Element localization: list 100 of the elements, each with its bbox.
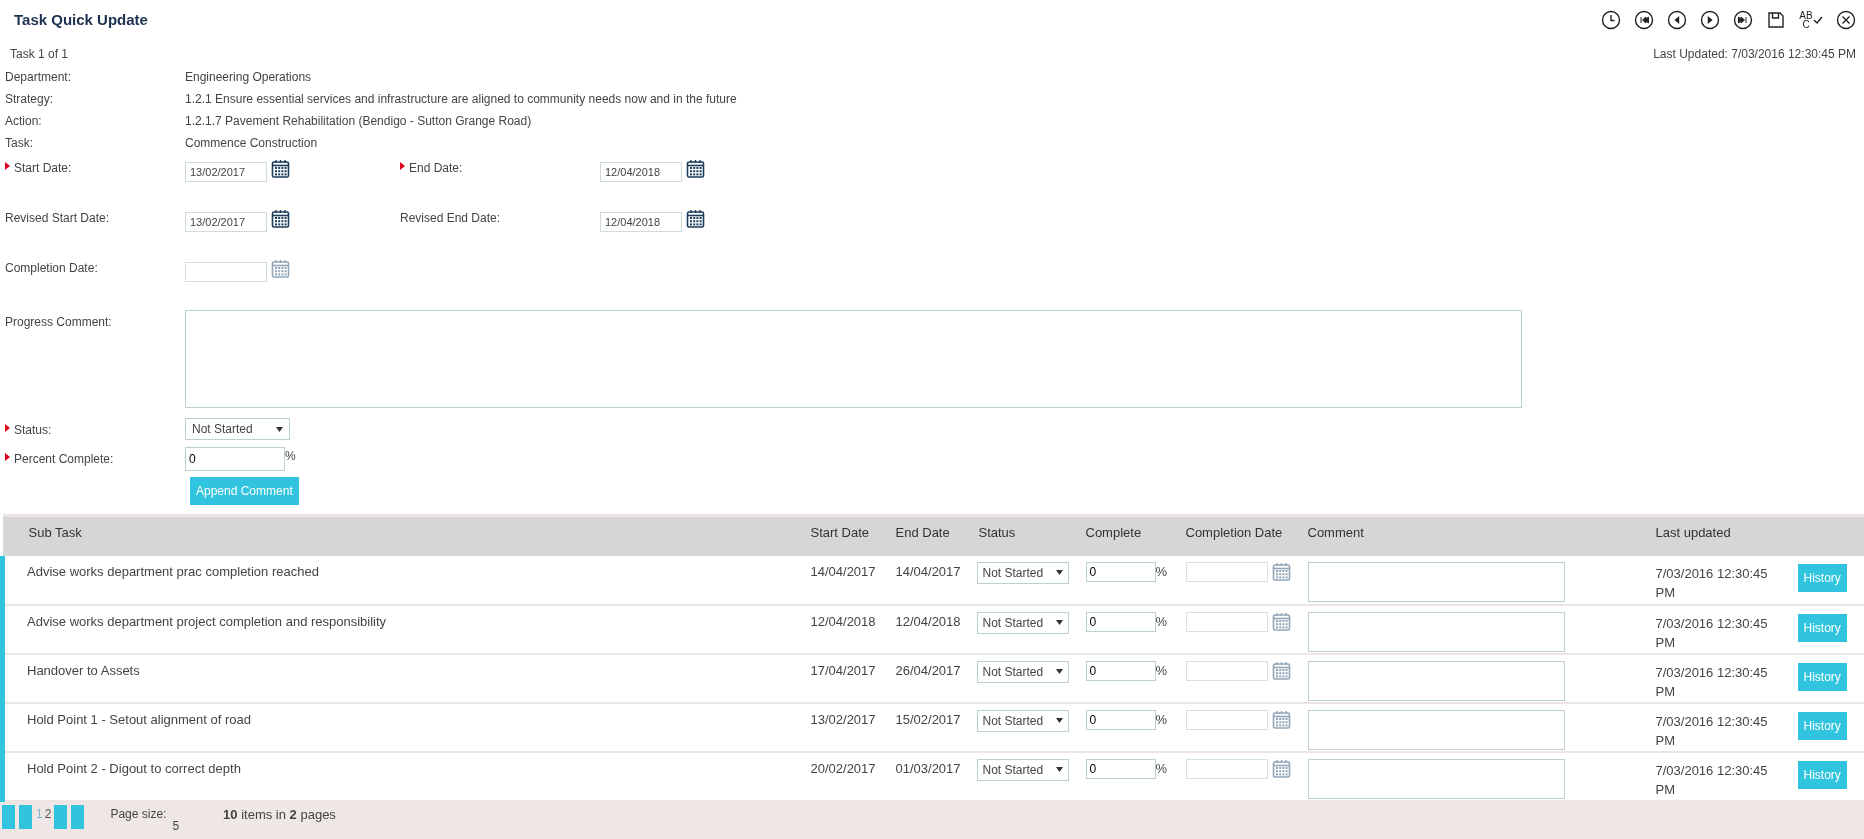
caret-icon <box>1055 767 1063 772</box>
field-label: Task: <box>5 136 33 150</box>
record-position: Task 1 of 1 <box>10 46 69 63</box>
status-dropdown[interactable]: Not Started <box>976 709 1069 732</box>
status-dropdown[interactable]: Not Started <box>976 758 1069 781</box>
percent-sign: % <box>1155 710 1168 729</box>
complete-input[interactable]: 0 <box>1085 709 1156 730</box>
column-header: Completion Date <box>1185 525 1283 540</box>
pager-summary: 10 items in 2 pages <box>223 805 336 824</box>
field-value: 1.2.1 Ensure essential services and infrastructure are aligned to community needs now and in the future <box>185 91 737 108</box>
column-header: Complete <box>1085 525 1142 540</box>
column-header: Comment <box>1307 525 1364 540</box>
subtask-name: Handover to Assets <box>27 662 140 678</box>
close-button[interactable] <box>1836 10 1856 30</box>
calendar-icon <box>1271 758 1291 778</box>
subtask-name: Hold Point 2 - Digout to correct depth <box>27 760 241 776</box>
date-input[interactable]: 13/02/2017 <box>185 212 267 232</box>
start-date: 13/02/2017 <box>810 711 876 727</box>
required-marker-icon <box>5 453 10 461</box>
completion-date-input[interactable] <box>1185 561 1268 582</box>
complete-input[interactable]: 0 <box>1085 561 1156 582</box>
comment-field[interactable] <box>1307 611 1565 652</box>
status-dropdown[interactable]: Not Started <box>976 611 1069 634</box>
complete-input[interactable]: 0 <box>1085 611 1156 632</box>
field-label: Percent Complete: <box>14 451 114 468</box>
completion-date-input[interactable] <box>1185 611 1268 632</box>
status-dropdown[interactable]: Not Started <box>976 660 1069 683</box>
next-button[interactable] <box>1700 10 1720 30</box>
comment-field[interactable] <box>1307 758 1565 799</box>
completion-date-input[interactable] <box>1185 660 1268 681</box>
last-page-button[interactable] <box>71 804 85 829</box>
start-date: 20/02/2017 <box>810 760 876 776</box>
page-link[interactable]: 2 <box>44 804 52 823</box>
field-label: Action: <box>5 114 42 128</box>
field-label: Start Date: <box>14 160 72 177</box>
prev-button[interactable] <box>1667 10 1687 30</box>
first-page-button[interactable] <box>2 804 15 829</box>
percent-sign: % <box>1155 562 1168 581</box>
date-input[interactable]: 13/02/2017 <box>185 162 267 182</box>
field-label: Progress Comment: <box>5 314 112 331</box>
field-label: Completion Date: <box>5 260 98 277</box>
column-header: Sub Task <box>28 525 82 540</box>
start-date: 17/04/2017 <box>810 662 876 678</box>
end-date: 12/04/2018 <box>895 613 961 629</box>
save-button[interactable] <box>1766 10 1786 30</box>
status-dropdown[interactable]: Not Started <box>976 561 1069 584</box>
percent-sign: % <box>1155 612 1168 631</box>
field-label: Revised End Date: <box>400 210 501 227</box>
last-updated: 7/03/2016 12:30:45 PM <box>1655 614 1769 652</box>
comment-field[interactable] <box>1307 561 1565 602</box>
comment-field[interactable] <box>1307 709 1565 750</box>
end-date: 15/02/2017 <box>895 711 961 727</box>
complete-input[interactable]: 0 <box>1085 758 1156 779</box>
date-input[interactable]: 12/04/2018 <box>600 162 682 182</box>
first-button[interactable] <box>1634 10 1654 30</box>
field-label: End Date: <box>409 160 463 177</box>
field-label: Strategy: <box>5 92 54 106</box>
progress-comment-field[interactable] <box>185 310 1522 408</box>
start-date: 12/04/2018 <box>810 613 876 629</box>
completion-date-input[interactable] <box>1185 709 1268 730</box>
column-header: Last updated <box>1655 525 1731 540</box>
column-header: Status <box>978 525 1016 540</box>
caret-icon <box>1055 570 1063 575</box>
end-date: 01/03/2017 <box>895 760 961 776</box>
spell-check-button[interactable]: AB C <box>1799 10 1823 30</box>
calendar-icon[interactable] <box>271 209 290 228</box>
previous-page-button[interactable] <box>19 804 32 829</box>
caret-icon <box>1055 620 1063 625</box>
end-date: 26/04/2017 <box>895 662 961 678</box>
percent-sign: % <box>285 448 296 465</box>
last-updated: 7/03/2016 12:30:45 PM <box>1655 663 1769 701</box>
status-dropdown[interactable]: Not Started <box>185 418 290 440</box>
percent-complete-input[interactable]: 0 <box>185 447 285 471</box>
subtask-name: Hold Point 1 - Setout alignment of road <box>27 711 252 727</box>
start-date: 14/04/2017 <box>810 563 876 579</box>
date-input[interactable]: 12/04/2018 <box>600 212 682 232</box>
calendar-icon[interactable] <box>686 159 705 178</box>
calendar-icon[interactable] <box>271 159 290 178</box>
caret-icon <box>1055 718 1063 723</box>
next-page-button[interactable] <box>54 804 68 829</box>
clock-button[interactable] <box>1601 10 1621 30</box>
check-icon <box>1812 16 1823 24</box>
completion-date-input[interactable] <box>1185 758 1268 779</box>
last-button[interactable] <box>1733 10 1753 30</box>
calendar-icon[interactable] <box>686 209 705 228</box>
field-value: Commence Construction <box>185 135 318 152</box>
complete-input[interactable]: 0 <box>1085 660 1156 681</box>
column-header: Start Date <box>810 525 870 540</box>
field-value: 1.2.1.7 Pavement Rehabilitation (Bendigo - Sutton Grange Road) <box>185 113 532 130</box>
last-updated: 7/03/2016 12:30:45 PM <box>1655 712 1769 750</box>
caret-icon <box>1055 669 1063 674</box>
subtask-name: Advise works department prac completion reached <box>27 563 319 579</box>
required-marker-icon <box>400 162 405 170</box>
calendar-icon <box>1271 561 1291 581</box>
calendar-icon <box>1271 709 1291 729</box>
calendar-icon <box>1271 611 1291 631</box>
percent-sign: % <box>1155 759 1168 778</box>
end-date: 14/04/2017 <box>895 563 961 579</box>
column-header: End Date <box>895 525 950 540</box>
comment-field[interactable] <box>1307 660 1565 701</box>
